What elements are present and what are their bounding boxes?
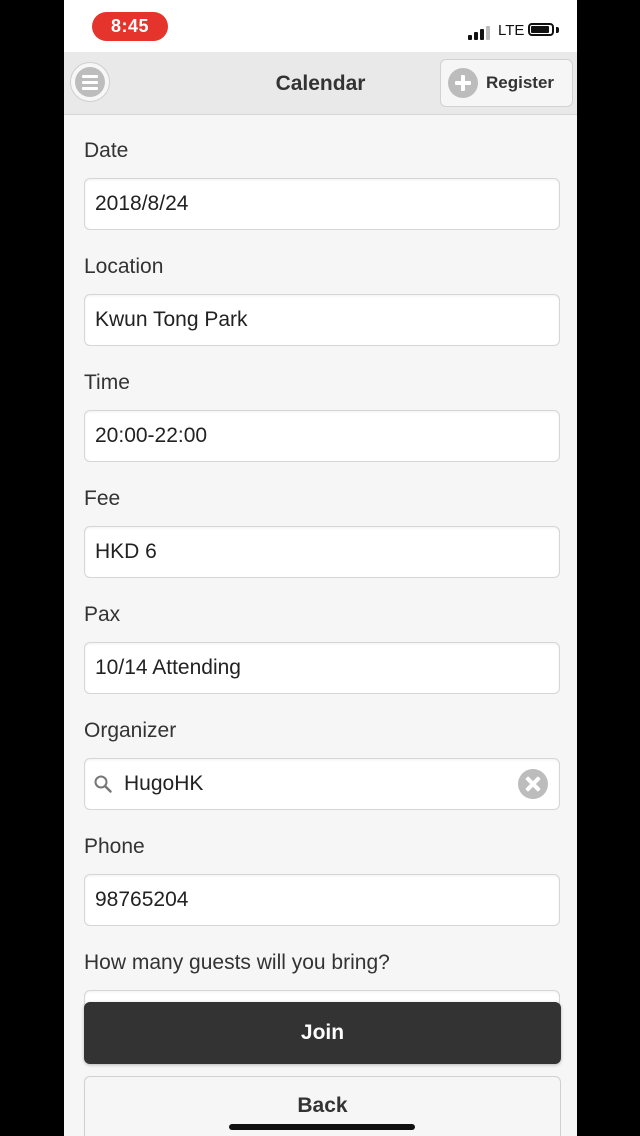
organizer-label: Organizer — [84, 719, 177, 742]
clear-icon[interactable] — [518, 769, 548, 799]
pax-label: Pax — [84, 603, 121, 626]
phone-label: Phone — [84, 835, 145, 858]
status-bar: 8:45 LTE — [64, 0, 577, 52]
plus-icon — [448, 68, 478, 98]
location-label: Location — [84, 255, 164, 278]
pax-field[interactable]: 10/14 Attending — [84, 642, 560, 694]
battery-icon — [528, 23, 554, 36]
battery-tip — [556, 27, 559, 33]
status-time: 8:45 — [92, 12, 168, 41]
phone-field[interactable]: 98765204 — [84, 874, 560, 926]
organizer-value: HugoHK — [124, 772, 204, 795]
menu-icon — [75, 67, 105, 97]
network-type: LTE — [498, 22, 525, 39]
organizer-search-field[interactable]: HugoHK — [84, 758, 560, 810]
fee-field[interactable]: HKD 6 — [84, 526, 560, 578]
date-field[interactable]: 2018/8/24 — [84, 178, 560, 230]
header-bar: Calendar Register — [64, 52, 577, 115]
time-label: Time — [84, 371, 130, 394]
time-field[interactable]: 20:00-22:00 — [84, 410, 560, 462]
signal-icon — [468, 24, 494, 40]
fee-label: Fee — [84, 487, 121, 510]
register-button[interactable]: Register — [440, 59, 573, 107]
event-form: Date 2018/8/24 Location Kwun Tong Park T… — [84, 137, 561, 1065]
menu-button[interactable] — [70, 62, 110, 102]
app-screen: 8:45 LTE Calendar Register Date 2018/8/2… — [64, 0, 577, 1136]
date-label: Date — [84, 139, 129, 162]
home-indicator[interactable] — [229, 1124, 415, 1130]
register-label: Register — [486, 73, 555, 92]
guests-label: How many guests will you bring? — [84, 951, 390, 974]
join-button[interactable]: Join — [84, 1002, 561, 1064]
location-field[interactable]: Kwun Tong Park — [84, 294, 560, 346]
search-icon — [94, 775, 112, 793]
